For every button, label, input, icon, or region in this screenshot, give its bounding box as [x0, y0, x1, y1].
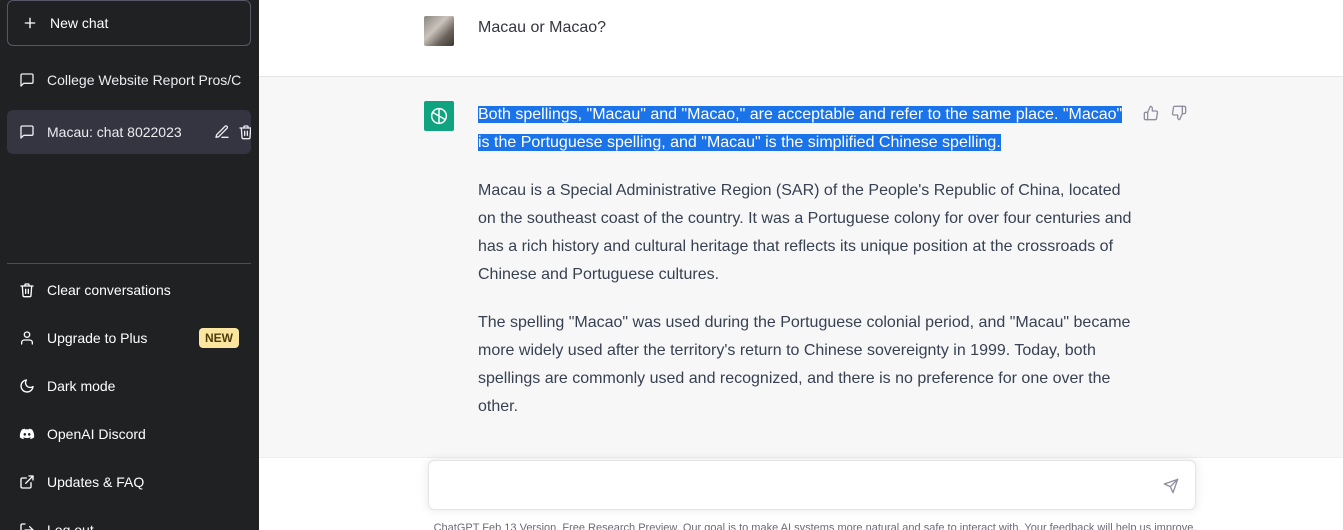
assistant-message: Both spellings, "Macau" and "Macao," are…	[478, 101, 1138, 441]
clear-conversations-label: Clear conversations	[47, 282, 171, 298]
log-out-button[interactable]: Log out	[7, 508, 251, 530]
new-badge: NEW	[199, 328, 239, 348]
conversation-title: College Website Report Pros/C	[47, 72, 242, 88]
user-icon	[19, 330, 35, 346]
upgrade-label: Upgrade to Plus	[47, 330, 148, 346]
updates-faq-label: Updates & FAQ	[47, 474, 145, 490]
moon-icon	[19, 378, 35, 394]
user-message-text: Macau or Macao?	[478, 19, 607, 36]
new-chat-label: New chat	[50, 15, 109, 31]
send-icon	[1163, 478, 1179, 494]
discord-label: OpenAI Discord	[47, 426, 146, 442]
feedback-buttons	[1143, 105, 1187, 121]
assistant-message-row: Both spellings, "Macau" and "Macao," are…	[259, 77, 1343, 517]
thumbs-down-icon[interactable]	[1171, 105, 1187, 121]
conversation-title: Macau: chat 8022023	[47, 124, 182, 140]
chat-bubble-icon	[19, 124, 35, 140]
footer-disclaimer: ChatGPT Feb 13 Version. Free Research Pr…	[433, 522, 1197, 530]
log-out-label: Log out	[47, 522, 94, 530]
user-message-row: Macau or Macao?	[259, 0, 1343, 77]
trash-icon[interactable]	[238, 124, 251, 140]
composer-area: ChatGPT Feb 13 Version. Free Research Pr…	[259, 457, 1343, 530]
plus-icon	[22, 15, 38, 31]
log-out-icon	[19, 522, 35, 530]
trash-icon	[19, 282, 35, 298]
composer	[428, 460, 1196, 510]
sidebar: New chat College Website Report Pros/C M…	[0, 0, 259, 530]
message-input[interactable]	[429, 461, 1129, 509]
external-link-icon	[19, 474, 35, 490]
thumbs-up-icon[interactable]	[1143, 105, 1159, 121]
clear-conversations-button[interactable]: Clear conversations	[7, 268, 251, 312]
new-chat-button[interactable]: New chat	[7, 0, 251, 46]
conversation-item-active[interactable]: Macau: chat 8022023	[7, 110, 251, 154]
openai-logo-icon	[424, 101, 454, 131]
dark-mode-label: Dark mode	[47, 378, 116, 394]
discord-link[interactable]: OpenAI Discord	[7, 412, 251, 456]
selected-text: Both spellings, "Macau" and "Macao," are…	[478, 106, 1123, 151]
chat-main: Macau or Macao? Both spellings, "Macau" …	[259, 0, 1343, 530]
answer-paragraph: Macau is a Special Administrative Region…	[478, 182, 1132, 283]
answer-paragraph: The spelling "Macao" was used during the…	[478, 314, 1131, 415]
user-avatar	[424, 16, 454, 46]
chat-bubble-icon	[19, 72, 35, 88]
edit-icon[interactable]	[214, 124, 230, 140]
discord-icon	[19, 426, 35, 442]
dark-mode-toggle[interactable]: Dark mode	[7, 364, 251, 408]
answer-paragraph: Both spellings, "Macau" and "Macao," are…	[478, 101, 1138, 157]
send-button[interactable]	[1163, 478, 1179, 499]
upgrade-to-plus-button[interactable]: Upgrade to Plus NEW	[7, 316, 251, 360]
updates-faq-link[interactable]: Updates & FAQ	[7, 460, 251, 504]
conversation-item[interactable]: College Website Report Pros/C	[7, 58, 251, 102]
sidebar-divider	[7, 263, 251, 264]
